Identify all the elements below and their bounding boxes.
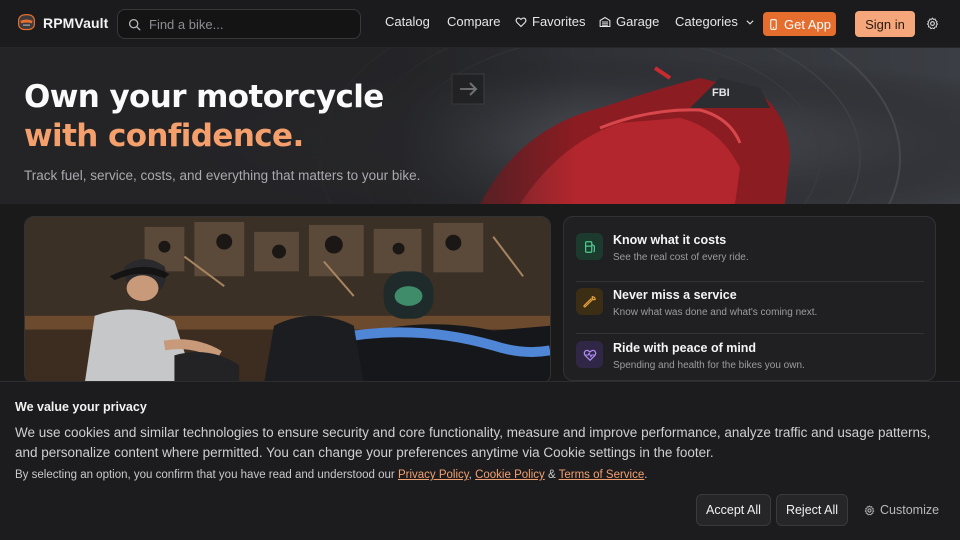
feature-title: Never miss a service [613, 288, 737, 302]
cookie-body: We use cookies and similar technologies … [15, 425, 931, 460]
feature-title: Ride with peace of mind [613, 341, 757, 355]
nav-categories[interactable]: Categories [675, 14, 755, 29]
feature-item-peace: Ride with peace of mind Spending and hea… [576, 333, 924, 385]
cookie-legal-suffix: . [644, 469, 648, 481]
customize-button[interactable]: Customize [864, 503, 939, 517]
feature-desc: Spending and health for the bikes you ow… [613, 360, 805, 371]
nav-garage[interactable]: Garage [599, 14, 659, 29]
hero-title-line2: with confidence. [24, 118, 304, 154]
feature-icon-container [576, 341, 603, 368]
sign-in-button[interactable]: Sign in [855, 11, 915, 37]
search-icon [128, 18, 141, 30]
privacy-policy-link[interactable]: Privacy Policy [398, 469, 469, 481]
brand-name: RPMVault [43, 14, 109, 31]
nav-favorites[interactable]: Favorites [515, 14, 585, 29]
wrench-icon [582, 295, 596, 307]
reject-all-button[interactable]: Reject All [776, 494, 848, 526]
gear-icon [864, 504, 875, 515]
gear-icon[interactable] [926, 17, 939, 30]
search-box[interactable] [117, 9, 361, 39]
garage-icon [599, 16, 611, 27]
get-app-label: Get App [784, 16, 831, 32]
top-nav: RPMVault Catalog Compare Favorites Garag… [0, 0, 960, 48]
cookie-legal-amp: & [547, 469, 556, 481]
nav-garage-label: Garage [616, 14, 660, 29]
phone-icon [770, 18, 777, 30]
cookie-policy-link[interactable]: Cookie Policy [475, 469, 545, 481]
chevron-down-icon [746, 19, 754, 25]
workshop-photo [24, 216, 551, 384]
brand[interactable]: RPMVault [16, 12, 108, 33]
nav-categories-label: Categories [675, 14, 738, 29]
features-card: Know what it costs See the real cost of … [563, 216, 936, 381]
feature-item-costs: Know what it costs See the real cost of … [576, 229, 924, 281]
nav-catalog[interactable]: Catalog [385, 14, 430, 29]
hero-title-line1: Own your motorcycle [24, 79, 384, 115]
nav-favorites-label: Favorites [532, 14, 586, 29]
get-app-button[interactable]: Get App [763, 12, 836, 36]
heart-icon [515, 16, 527, 27]
feature-item-service: Never miss a service Know what was done … [576, 281, 924, 333]
nav-compare[interactable]: Compare [447, 14, 500, 29]
cookie-banner: We value your privacy We use cookies and… [0, 381, 960, 540]
hero-title: Own your motorcycle with confidence. [24, 78, 384, 156]
workshop-image [25, 217, 550, 383]
app-root: RPMVault Catalog Compare Favorites Garag… [0, 0, 960, 540]
accept-all-button[interactable]: Accept All [696, 494, 771, 526]
feature-desc: See the real cost of every ride. [613, 252, 749, 263]
hero-subtitle: Track fuel, service, costs, and everythi… [24, 168, 421, 183]
cookie-legal-comma: , [468, 469, 472, 481]
fuel-pump-icon [584, 240, 595, 253]
feature-icon-container [576, 233, 603, 260]
customize-label: Customize [880, 503, 940, 517]
feature-icon-container [576, 288, 603, 315]
feature-title: Know what it costs [613, 233, 727, 247]
terms-of-service-link[interactable]: Terms of Service [559, 469, 645, 481]
cookie-legal-text: By selecting an option, you confirm that… [15, 469, 647, 481]
cookie-legal-prefix: By selecting an option, you confirm that… [15, 469, 395, 481]
search-input[interactable] [149, 16, 349, 32]
feature-desc: Know what was done and what's coming nex… [613, 307, 818, 318]
helmet-logo-icon [18, 14, 35, 31]
heart-pulse-icon [583, 349, 596, 361]
cookie-title: We value your privacy [15, 400, 147, 414]
